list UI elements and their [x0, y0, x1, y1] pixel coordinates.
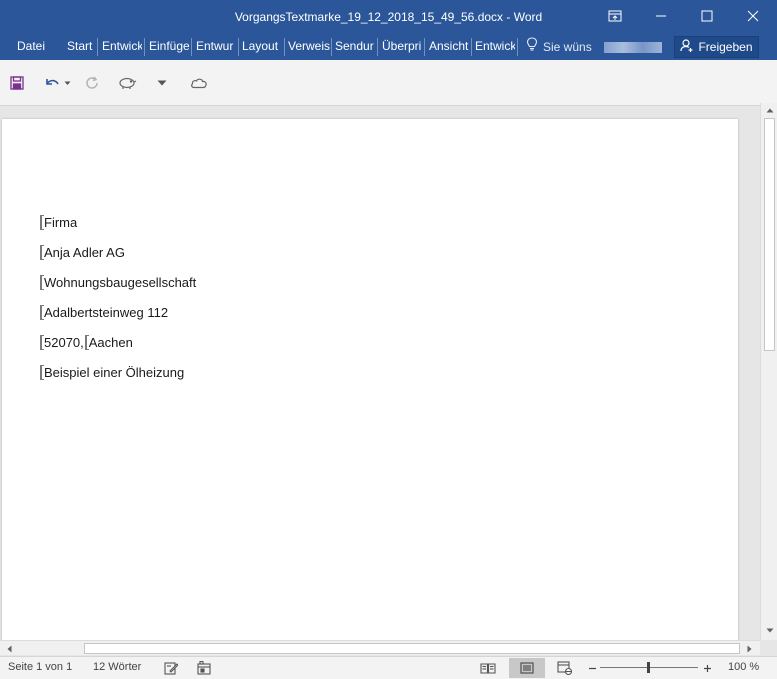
tab-layout[interactable]: Layout [242, 34, 282, 60]
horizontal-scrollbar[interactable] [0, 640, 760, 655]
read-mode-icon[interactable] [478, 660, 498, 676]
word-count[interactable]: 12 Wörter [93, 661, 141, 673]
vertical-scroll-thumb[interactable] [764, 118, 775, 351]
tab-design[interactable]: Entwur [196, 34, 236, 60]
person-icon [680, 39, 693, 55]
tab-review[interactable]: Überpri [382, 34, 422, 60]
share-label: Freigeben [698, 40, 753, 54]
tab-separator [331, 38, 332, 56]
minimize-icon[interactable] [638, 0, 684, 32]
paragraph-text: Adalbertsteinweg 112 [44, 305, 169, 320]
cloud-icon[interactable] [188, 72, 210, 94]
print-layout-icon[interactable] [509, 658, 545, 678]
status-bar: Seite 1 von 1 12 Wörter 100 % [0, 656, 777, 679]
zoom-out-icon[interactable] [585, 660, 599, 676]
user-account[interactable] [604, 42, 662, 53]
maximize-icon[interactable] [684, 0, 730, 32]
piggy-bank-icon[interactable] [116, 72, 138, 94]
customize-toolbar-icon[interactable] [154, 72, 170, 94]
horizontal-scroll-thumb[interactable] [84, 643, 740, 654]
tab-mailings[interactable]: Sendur [335, 34, 375, 60]
title-bar: VorgangsTextmarke_19_12_2018_15_49_56.do… [0, 0, 777, 34]
tab-separator [517, 38, 518, 56]
tab-start[interactable]: Start [67, 34, 95, 60]
document-page[interactable]: Firma Anja Adler AG Wohnungsbaugesellsch… [2, 119, 738, 640]
tab-developer-2[interactable]: Entwick [475, 34, 515, 60]
paragraph-text: Wohnungsbaugesellschaft [44, 275, 197, 290]
ribbon-display-options-icon[interactable] [592, 0, 638, 32]
document-paragraph[interactable]: Wohnungsbaugesellschaft [40, 275, 196, 290]
paragraph-text: Aachen [88, 335, 133, 350]
paragraph-text: Firma [44, 215, 78, 230]
tab-developer[interactable]: Entwick [102, 34, 142, 60]
document-area: Firma Anja Adler AG Wohnungsbaugesellsch… [0, 106, 760, 640]
document-paragraph[interactable]: Firma [40, 215, 77, 230]
save-icon[interactable] [8, 72, 26, 94]
paragraph-text: Beispiel einer Ölheizung [44, 365, 185, 380]
zoom-level[interactable]: 100 % [728, 661, 759, 673]
undo-icon[interactable] [42, 72, 62, 94]
tab-separator [284, 38, 285, 56]
zoom-in-icon[interactable] [700, 660, 714, 676]
scroll-left-icon[interactable] [2, 641, 17, 656]
scroll-right-icon[interactable] [742, 641, 757, 656]
lightbulb-icon [526, 35, 538, 59]
macro-record-icon[interactable] [195, 660, 213, 676]
tab-references[interactable]: Verweis [288, 34, 330, 60]
document-paragraph[interactable]: Beispiel einer Ölheizung [40, 365, 184, 380]
tell-me-box[interactable]: Sie wüns [526, 34, 592, 60]
scroll-down-icon[interactable] [762, 623, 777, 638]
tab-file[interactable]: Datei [17, 34, 47, 60]
redo-icon [83, 72, 101, 94]
document-paragraph[interactable]: 52070, Aachen [40, 335, 133, 350]
ribbon-tabs: Datei Start Entwick Einfüge Entwur Layou… [0, 34, 777, 60]
tab-separator [191, 38, 192, 56]
undo-dropdown-icon[interactable] [62, 72, 72, 94]
close-icon[interactable] [730, 0, 776, 32]
tab-separator [97, 38, 98, 56]
tab-insert[interactable]: Einfüge [149, 34, 189, 60]
tab-separator [144, 38, 145, 56]
document-paragraph[interactable]: Anja Adler AG [40, 245, 125, 260]
tell-me-text: Sie wüns [543, 40, 592, 54]
document-paragraph[interactable]: Adalbertsteinweg 112 [40, 305, 168, 320]
tab-separator [238, 38, 239, 56]
scroll-up-icon[interactable] [762, 103, 777, 118]
zoom-slider-thumb[interactable] [647, 662, 650, 673]
quick-access-toolbar [0, 60, 777, 106]
proofing-icon[interactable] [162, 660, 180, 676]
share-button[interactable]: Freigeben [674, 36, 759, 58]
tab-separator [424, 38, 425, 56]
vertical-scrollbar[interactable] [760, 103, 777, 640]
tab-separator [471, 38, 472, 56]
web-layout-icon[interactable] [555, 660, 575, 676]
page-count[interactable]: Seite 1 von 1 [8, 661, 72, 673]
tab-view[interactable]: Ansicht [429, 34, 469, 60]
paragraph-text: Anja Adler AG [44, 245, 125, 260]
paragraph-text: 52070, [44, 335, 84, 350]
tab-separator [377, 38, 378, 56]
